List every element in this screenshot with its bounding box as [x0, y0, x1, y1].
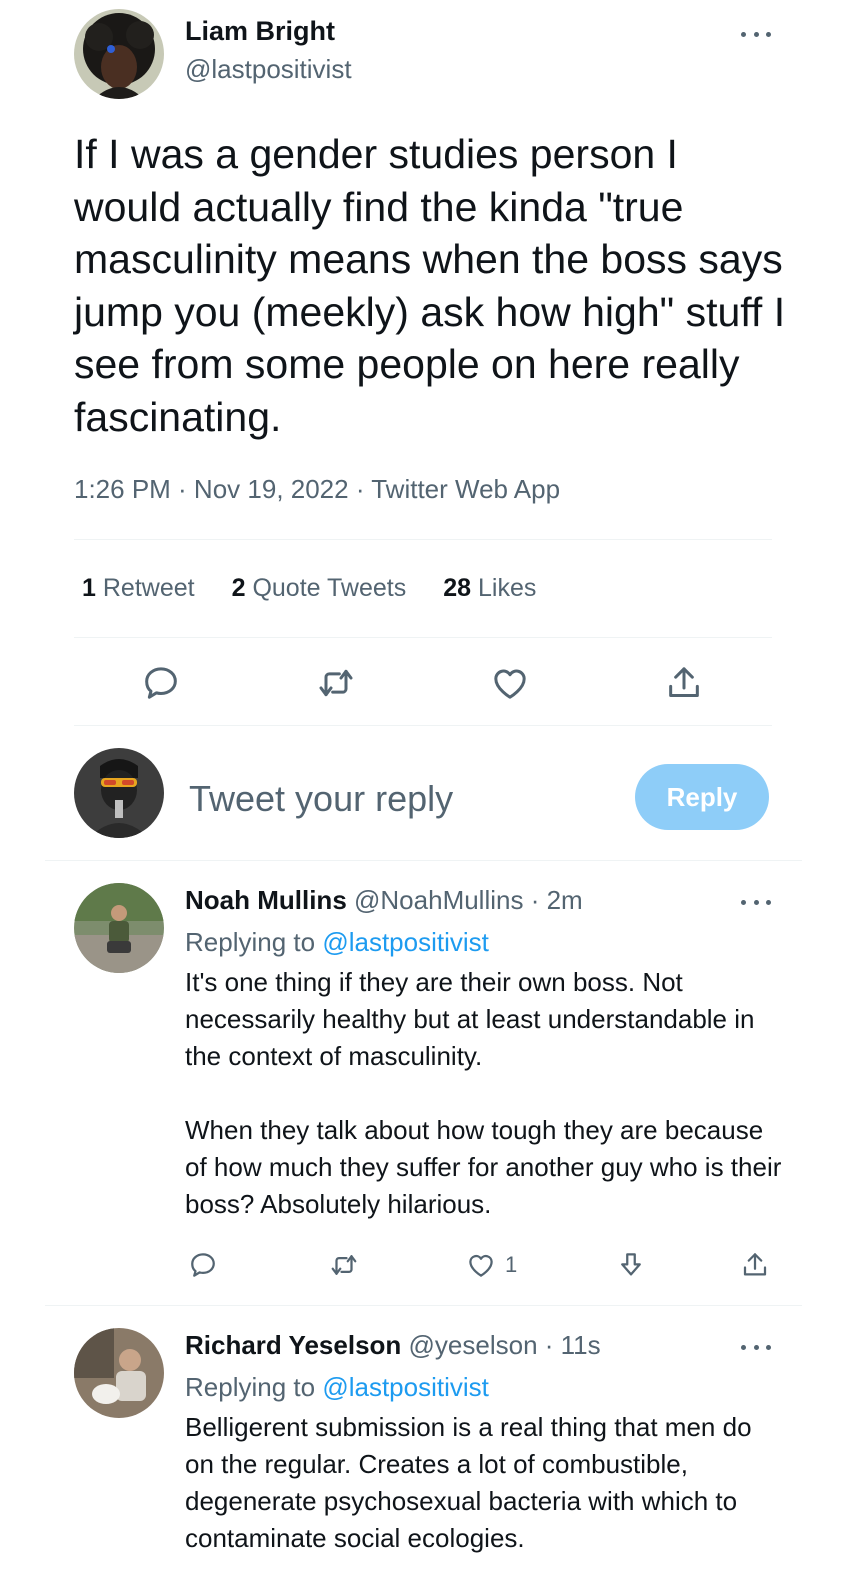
user-avatar[interactable] [74, 748, 164, 838]
author-handle[interactable]: @lastpositivist [185, 54, 352, 85]
tweet-text: If I was a gender studies person I would… [74, 131, 786, 440]
like-icon [469, 1254, 493, 1277]
reply-share-button[interactable] [740, 1250, 770, 1280]
reply-paragraph: Belligerent submission is a real thing t… [185, 1412, 752, 1553]
divider [45, 860, 802, 861]
share-icon [743, 1253, 767, 1276]
like-icon[interactable] [490, 663, 530, 703]
replying-to-link[interactable]: @lastpositivist [322, 927, 489, 957]
reply-handle-time[interactable]: @yeselson · 11s [409, 1330, 601, 1360]
reply-text: It's one thing if they are their own bos… [185, 964, 785, 1223]
retweet-icon [331, 1255, 357, 1275]
replying-to: Replying to @lastpositivist [185, 1372, 489, 1402]
reply-handle-time[interactable]: @NoahMullins · 2m [354, 885, 583, 915]
divider [74, 637, 772, 638]
reply-author-name[interactable]: Noah Mullins [185, 885, 347, 915]
reply-button[interactable]: Reply [635, 764, 769, 830]
reply-header: Richard Yeselson @yeselson · 11s [185, 1330, 601, 1361]
retweet-icon[interactable] [316, 663, 356, 703]
author-avatar[interactable] [74, 9, 164, 99]
more-options-icon[interactable] [741, 897, 771, 907]
divider [74, 725, 772, 726]
replying-to-link[interactable]: @lastpositivist [322, 1372, 489, 1402]
like-count: 1 [505, 1252, 518, 1277]
divider [74, 539, 772, 540]
downvote-arrow-icon [621, 1253, 641, 1276]
quote-tweets-stat[interactable]: 2 Quote Tweets [232, 574, 407, 603]
replying-to: Replying to @lastpositivist [185, 927, 489, 957]
reply-avatar[interactable] [74, 883, 164, 973]
share-icon[interactable] [664, 663, 704, 703]
reply-like-button[interactable]: 1 [466, 1250, 517, 1280]
more-options-icon[interactable] [741, 29, 771, 39]
reply-input[interactable]: Tweet your reply [189, 778, 453, 820]
retweets-stat[interactable]: 1 Retweet [82, 574, 195, 603]
reply-reply-button[interactable] [188, 1250, 218, 1280]
reply-header: Noah Mullins @NoahMullins · 2m [185, 885, 583, 916]
reply-paragraph: When they talk about how tough they are … [185, 1115, 782, 1219]
likes-stat[interactable]: 28 Likes [443, 574, 536, 603]
reply-author-name[interactable]: Richard Yeselson [185, 1330, 401, 1360]
tweet-stats: 1 Retweet 2 Quote Tweets 28 Likes [82, 574, 573, 603]
reply-avatar[interactable] [74, 1328, 164, 1418]
reply-retweet-button[interactable] [329, 1250, 359, 1280]
reply-icon [191, 1253, 215, 1277]
reply-text: Belligerent submission is a real thing t… [185, 1409, 785, 1557]
more-options-icon[interactable] [741, 1342, 771, 1352]
divider [45, 1305, 802, 1306]
reply-downvote-button[interactable] [616, 1250, 646, 1280]
tweet-timestamp: 1:26 PM · Nov 19, 2022 · Twitter Web App [74, 474, 561, 504]
reply-icon[interactable] [141, 663, 181, 703]
reply-paragraph: It's one thing if they are their own bos… [185, 967, 755, 1071]
author-name[interactable]: Liam Bright [185, 16, 335, 47]
